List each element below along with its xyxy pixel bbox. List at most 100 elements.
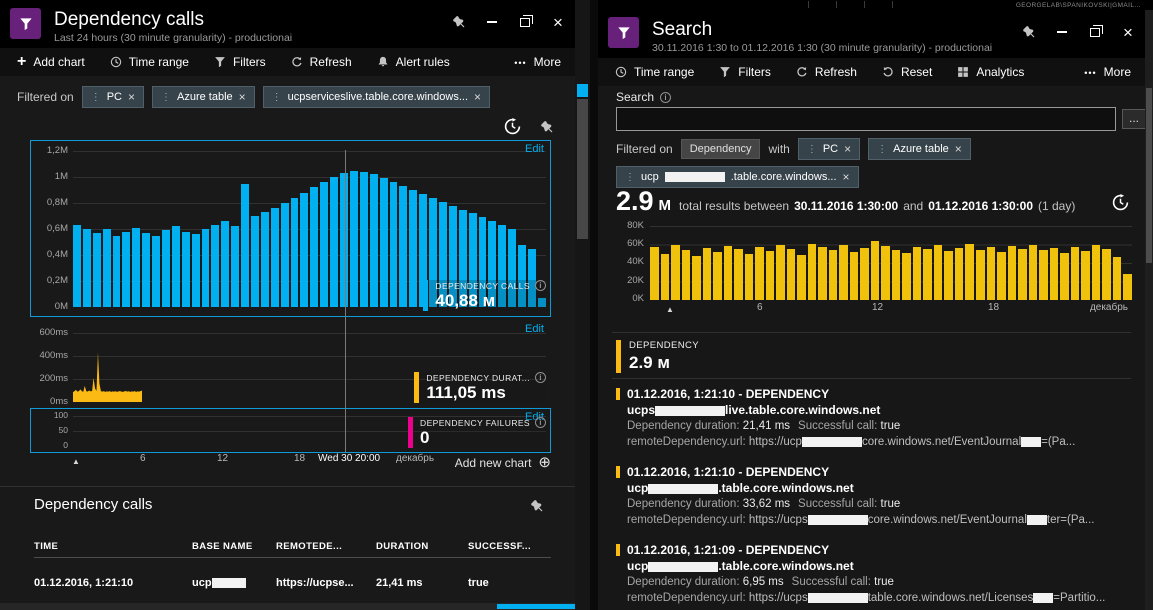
more-button[interactable]: More (1084, 65, 1131, 79)
restore-icon[interactable] (1086, 23, 1104, 41)
pin-grid-icon[interactable] (531, 499, 543, 517)
summary-and: and (903, 199, 924, 213)
add-new-chart-button[interactable]: Add new chart (455, 455, 551, 470)
results-bars (650, 226, 1132, 300)
refresh-label: Refresh (309, 55, 352, 69)
reset-button[interactable]: Reset (882, 65, 932, 79)
result-title: 01.12.2016, 1:21:09 - DEPENDENCY (627, 543, 830, 557)
y-tick: 50 (58, 425, 68, 435)
edit-chart-link[interactable]: Edit (525, 323, 544, 335)
col-success[interactable]: SUCCESSF... (468, 541, 551, 552)
pin-chart-icon[interactable] (541, 120, 553, 138)
redaction-box (1021, 436, 1042, 447)
close-icon[interactable] (1119, 23, 1137, 41)
pin-blade-icon[interactable] (1020, 23, 1038, 41)
blade-scrollbar[interactable] (1145, 10, 1153, 610)
time-range-button[interactable]: Time range (615, 65, 694, 79)
info-icon[interactable] (535, 417, 546, 429)
horizontal-scrollbar[interactable] (0, 603, 575, 610)
range-handle-icon[interactable] (72, 456, 80, 467)
blade-scrollbar[interactable] (575, 0, 590, 610)
chart-tools (504, 118, 553, 140)
tab-divider (836, 1, 837, 8)
remove-filter-icon[interactable] (128, 90, 135, 104)
analytics-button[interactable]: Analytics (957, 65, 1024, 79)
dependency-failures-chart[interactable]: Edit 100 50 0 DEPENDENCY FAILURES 0 (30, 408, 551, 453)
result-title: 01.12.2016, 1:21:10 - DEPENDENCY (627, 465, 830, 479)
remove-filter-icon[interactable] (239, 90, 246, 104)
result-item[interactable]: 01.12.2016, 1:21:10 - DEPENDENCY ucps liv… (616, 386, 1131, 450)
filter-chip-pc[interactable]: PC (797, 138, 861, 160)
info-icon[interactable] (535, 372, 546, 384)
filter-chip-azure-table[interactable]: Azure table (152, 86, 255, 108)
result-item[interactable]: 01.12.2016, 1:21:09 - DEPENDENCY ucp .tab… (616, 542, 1131, 606)
filter-bar: Filtered on Dependency with PC Azure tab… (616, 138, 971, 160)
blade-subtitle: 30.11.2016 1:30 to 01.12.2016 1:30 (30 m… (652, 42, 993, 54)
remove-filter-icon[interactable] (474, 90, 481, 104)
grip-icon (807, 143, 817, 155)
minimize-icon[interactable] (1053, 23, 1071, 41)
dependency-calls-chart[interactable]: Edit 1,2M 1M 0,8M 0,6M 0,4M 0,2M 0M DEPE… (30, 140, 551, 317)
pin-blade-icon[interactable] (450, 13, 468, 31)
scrollbar-thumb[interactable] (1146, 88, 1152, 263)
metric-label: DEPENDENCY FAILURES (420, 417, 530, 428)
col-base-name[interactable]: BASE NAME (192, 541, 276, 552)
y-tick: 600ms (39, 327, 68, 338)
scrollbar-thumb[interactable] (577, 99, 588, 239)
remove-filter-icon[interactable] (844, 142, 851, 156)
result-item[interactable]: 01.12.2016, 1:21:10 - DEPENDENCY ucp .tab… (616, 464, 1131, 528)
ellipsis-icon (1084, 65, 1096, 79)
edit-chart-link[interactable]: Edit (525, 143, 544, 155)
col-remote[interactable]: REMOTEDE... (276, 541, 376, 552)
time-range-button[interactable]: Time range (110, 55, 189, 69)
add-chart-button[interactable]: Add chart (17, 54, 84, 70)
refresh-button[interactable]: Refresh (291, 55, 352, 69)
info-icon[interactable] (660, 91, 672, 103)
event-type-chip[interactable]: Dependency (680, 139, 761, 159)
more-button[interactable]: More (514, 55, 561, 69)
scrollbar-top-marker[interactable] (577, 84, 588, 97)
filters-label: Filters (232, 55, 266, 69)
time-history-icon[interactable] (504, 118, 521, 140)
search-results-list: 01.12.2016, 1:21:10 - DEPENDENCY ucps liv… (616, 386, 1131, 610)
remove-filter-icon[interactable] (843, 170, 850, 184)
filters-button[interactable]: Filters (214, 55, 266, 69)
x-tick-end: декабрь (1089, 302, 1128, 313)
range-handle-icon[interactable] (666, 304, 674, 315)
refresh-button[interactable]: Refresh (796, 65, 857, 79)
close-icon[interactable] (549, 13, 567, 31)
result-url: remoteDependency.url: https://ucps table.… (627, 592, 1106, 604)
funnel-icon (719, 66, 731, 78)
minimize-icon[interactable] (483, 13, 501, 31)
restore-icon[interactable] (516, 13, 534, 31)
filter-chip-host[interactable]: ucp .table.core.windows... (616, 166, 859, 188)
blade-subtitle: Last 24 hours (30 minute granularity) - … (54, 32, 293, 44)
series-color-bar (423, 280, 429, 311)
time-history-icon[interactable] (1112, 194, 1129, 216)
x-tick: 12 (217, 453, 229, 464)
info-icon[interactable] (535, 280, 546, 292)
cell-duration: 21,41 ms (376, 577, 423, 589)
table-row[interactable]: 01.12.2016, 1:21:10 ucp https://ucpse...… (34, 566, 551, 600)
metric-label: DEPENDENCY CALLS (435, 280, 530, 291)
scrollbar-thumb[interactable] (497, 604, 575, 609)
remove-filter-icon[interactable] (955, 142, 962, 156)
col-time[interactable]: TIME (34, 541, 192, 552)
search-options-button[interactable]: ... (1122, 109, 1145, 129)
dependency-duration-chart[interactable]: Edit 600ms 400ms 200ms 0ms DEPENDENCY DU… (30, 320, 551, 407)
col-duration[interactable]: DURATION (376, 541, 468, 552)
y-tick: 200ms (39, 373, 68, 384)
chip-label: Azure table (893, 143, 949, 155)
filters-button[interactable]: Filters (719, 65, 771, 79)
filter-chip-host[interactable]: ucpserviceslive.table.core.windows... (262, 86, 491, 108)
search-input[interactable] (616, 107, 1116, 131)
y-tick: 0ms (50, 396, 68, 407)
analytics-label: Analytics (976, 65, 1025, 79)
filter-chip-pc[interactable]: PC (81, 86, 144, 108)
alert-rules-button[interactable]: Alert rules (377, 55, 450, 69)
filter-chip-azure-table[interactable]: Azure table (868, 138, 971, 160)
x-tick-end: декабрь (396, 453, 435, 464)
clock-icon (110, 56, 122, 68)
legend[interactable]: DEPENDENCY 2.9 м (616, 340, 699, 373)
account-name[interactable]: GEORGELAB\SPANIKOVSKI|GMAIL... (1016, 2, 1141, 9)
